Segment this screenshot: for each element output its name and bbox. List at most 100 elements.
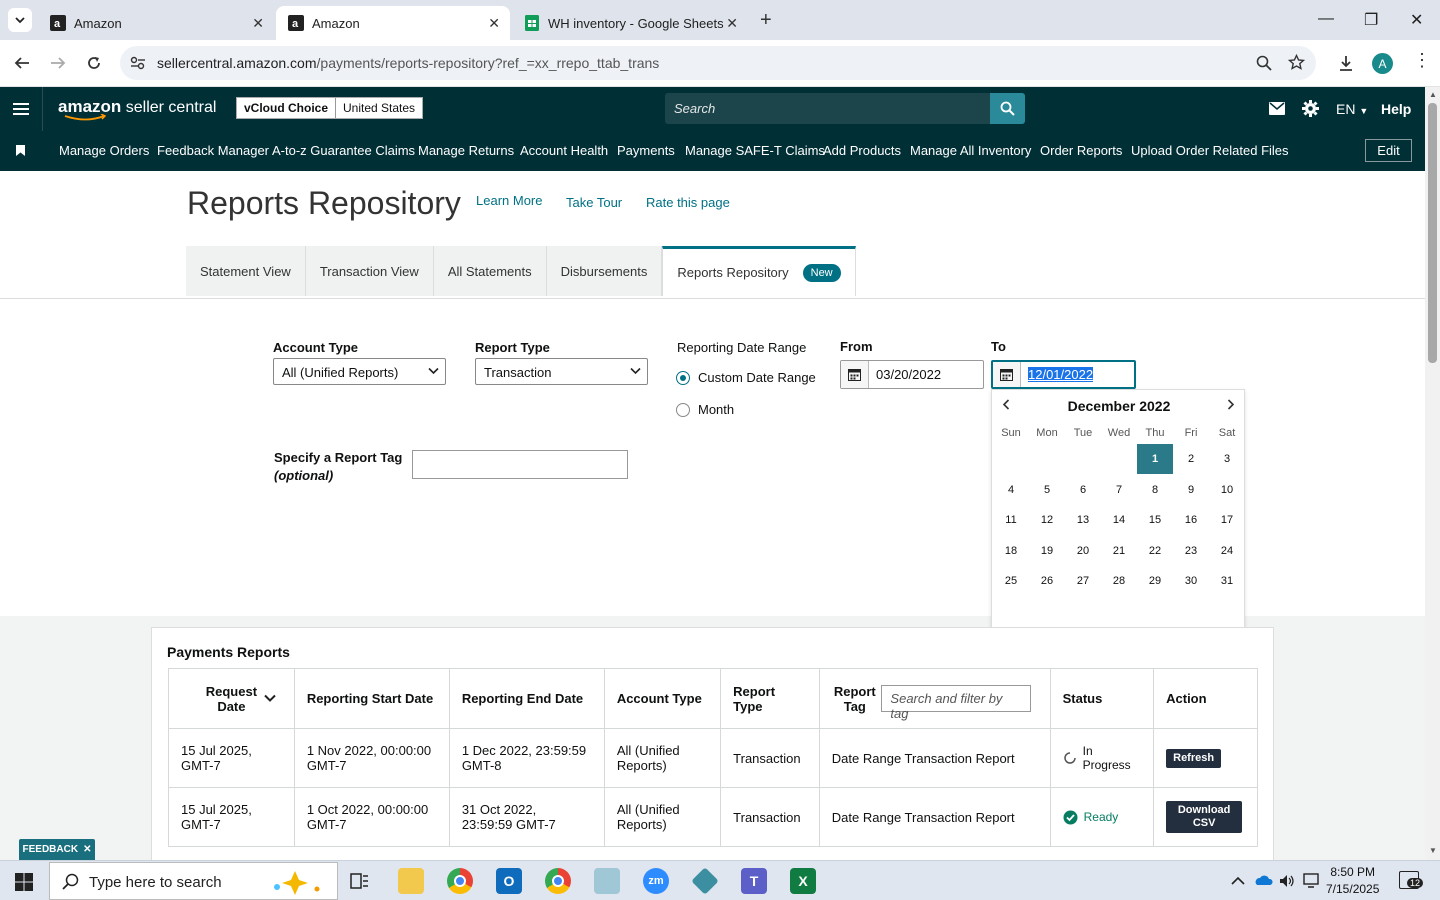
feedback-button[interactable]: FEEDBACK ✕ xyxy=(19,839,95,860)
custom-date-range-radio[interactable]: Custom Date Range xyxy=(676,370,816,385)
tab-transaction-view[interactable]: Transaction View xyxy=(305,246,434,296)
onedrive-cloud-icon[interactable] xyxy=(1253,874,1273,886)
calendar-icon[interactable] xyxy=(841,361,869,388)
nav-safe-t-claims[interactable]: Manage SAFE-T Claims xyxy=(685,143,825,158)
close-tab-icon[interactable]: ✕ xyxy=(252,15,264,32)
help-link[interactable]: Help xyxy=(1381,101,1411,117)
header-search-input[interactable]: Search xyxy=(665,93,1025,124)
calendar-day[interactable]: 31 xyxy=(1209,566,1245,596)
nav-manage-inventory[interactable]: Manage All Inventory xyxy=(910,143,1031,158)
report-type-select[interactable]: Transaction xyxy=(475,358,648,385)
calendar-day[interactable]: 26 xyxy=(1029,566,1065,596)
calendar-day[interactable]: 18 xyxy=(993,536,1029,566)
calendar-day[interactable]: 29 xyxy=(1137,566,1173,596)
store-switcher[interactable]: vCloud Choice United States xyxy=(236,97,424,119)
calendar-day[interactable]: 24 xyxy=(1209,536,1245,566)
system-clock[interactable]: 8:50 PM 7/15/2025 xyxy=(1326,864,1379,898)
nav-account-health[interactable]: Account Health xyxy=(520,143,608,158)
new-tab-button[interactable]: + xyxy=(760,9,772,32)
page-scrollbar[interactable]: ▲ ▼ xyxy=(1425,87,1440,860)
calendar-day[interactable]: 12 xyxy=(1029,505,1065,535)
chevron-up-icon[interactable] xyxy=(1231,876,1245,885)
browser-tab-sheets[interactable]: WH inventory - Google Sheets ✕ xyxy=(512,6,748,40)
calendar-day[interactable]: 19 xyxy=(1029,536,1065,566)
search-button[interactable] xyxy=(990,93,1025,124)
rate-page-link[interactable]: Rate this page xyxy=(646,195,730,210)
download-csv-button[interactable]: Download CSV xyxy=(1166,801,1243,833)
col-request-date[interactable]: Request Date xyxy=(168,668,295,729)
language-selector[interactable]: EN ▼ xyxy=(1336,101,1368,117)
forward-arrow-icon[interactable] xyxy=(49,54,67,72)
close-icon[interactable]: ✕ xyxy=(83,844,91,855)
calendar-day[interactable]: 6 xyxy=(1065,475,1101,505)
tab-search-button[interactable] xyxy=(8,8,32,32)
chrome-icon[interactable] xyxy=(447,868,473,894)
browser-menu-icon[interactable]: ⋮ xyxy=(1413,51,1431,69)
tab-all-statements[interactable]: All Statements xyxy=(433,246,547,296)
calendar-day[interactable]: 20 xyxy=(1065,536,1101,566)
close-tab-icon[interactable]: ✕ xyxy=(726,15,738,32)
account-type-select[interactable]: All (Unified Reports) xyxy=(273,358,446,385)
calendar-day[interactable]: 2 xyxy=(1173,444,1209,474)
calendar-day[interactable]: 4 xyxy=(993,475,1029,505)
calendar-icon[interactable] xyxy=(993,362,1021,387)
calendar-day[interactable]: 3 xyxy=(1209,444,1245,474)
scroll-up-icon[interactable]: ▲ xyxy=(1429,90,1437,99)
file-explorer-icon[interactable] xyxy=(398,868,424,894)
refresh-button[interactable]: Refresh xyxy=(1166,748,1222,768)
download-icon[interactable] xyxy=(1337,54,1355,72)
calendar-day[interactable]: 15 xyxy=(1137,505,1173,535)
close-tab-icon[interactable]: ✕ xyxy=(488,15,500,32)
calendar-day[interactable]: 17 xyxy=(1209,505,1245,535)
nav-manage-orders[interactable]: Manage Orders xyxy=(59,143,149,158)
calendar-day[interactable]: 21 xyxy=(1101,536,1137,566)
bookmark-icon[interactable] xyxy=(16,145,25,156)
maximize-icon[interactable]: ❐ xyxy=(1364,10,1378,30)
browser-tab-amazon-1[interactable]: a Amazon ✕ xyxy=(38,6,274,40)
zoom-search-icon[interactable] xyxy=(1256,55,1272,71)
scrollbar-thumb[interactable] xyxy=(1428,103,1437,363)
network-icon[interactable] xyxy=(1302,873,1320,889)
calendar-day[interactable]: 27 xyxy=(1065,566,1101,596)
profile-avatar[interactable]: A xyxy=(1372,53,1393,74)
to-date-input[interactable]: 12/01/2022 xyxy=(991,360,1136,389)
calendar-day[interactable]: 10 xyxy=(1209,475,1245,505)
windows-start-icon[interactable] xyxy=(15,873,33,891)
nav-a-to-z-claims[interactable]: A-to-z Guarantee Claims xyxy=(272,143,415,158)
taskbar-search-box[interactable]: Type here to search xyxy=(49,862,338,900)
browser-tab-amazon-2[interactable]: a Amazon ✕ xyxy=(276,6,510,40)
calendar-day[interactable]: 25 xyxy=(993,566,1029,596)
calendar-day[interactable]: 11 xyxy=(993,505,1029,535)
settings-gear-icon[interactable] xyxy=(1302,100,1319,117)
take-tour-link[interactable]: Take Tour xyxy=(566,195,622,210)
url-bar[interactable]: sellercentral.amazon.com/payments/report… xyxy=(120,46,1316,80)
nav-add-products[interactable]: Add Products xyxy=(823,143,901,158)
outlook-icon[interactable]: O xyxy=(496,868,522,894)
calendar-day[interactable]: 30 xyxy=(1173,566,1209,596)
task-view-icon[interactable] xyxy=(350,872,369,890)
app-diamond-icon[interactable] xyxy=(691,867,719,895)
teams-icon[interactable]: T xyxy=(741,868,767,894)
notifications-icon[interactable]: 12 xyxy=(1399,871,1424,889)
from-date-input[interactable]: 03/20/2022 xyxy=(840,360,984,389)
edit-nav-button[interactable]: Edit xyxy=(1365,139,1412,162)
nav-upload-order-files[interactable]: Upload Order Related Files xyxy=(1131,143,1289,158)
scroll-down-icon[interactable]: ▼ xyxy=(1429,846,1437,855)
speaker-icon[interactable] xyxy=(1279,873,1295,889)
site-info-icon[interactable] xyxy=(130,56,146,70)
sort-chevron-down-icon[interactable] xyxy=(264,694,276,702)
minimize-icon[interactable]: — xyxy=(1318,10,1334,28)
nav-feedback-manager[interactable]: Feedback Manager xyxy=(157,143,269,158)
calendar-day[interactable]: 9 xyxy=(1173,475,1209,505)
calendar-day[interactable]: 13 xyxy=(1065,505,1101,535)
excel-icon[interactable]: X xyxy=(790,868,816,894)
nav-manage-returns[interactable]: Manage Returns xyxy=(418,143,514,158)
calendar-day[interactable]: 23 xyxy=(1173,536,1209,566)
tag-filter-input[interactable]: Search and filter by tag xyxy=(881,685,1032,721)
app-icon[interactable] xyxy=(594,868,620,894)
month-radio[interactable]: Month xyxy=(676,402,734,417)
calendar-day[interactable]: 7 xyxy=(1101,475,1137,505)
back-arrow-icon[interactable] xyxy=(13,54,31,72)
tab-disbursements[interactable]: Disbursements xyxy=(546,246,663,296)
tab-statement-view[interactable]: Statement View xyxy=(186,246,306,296)
